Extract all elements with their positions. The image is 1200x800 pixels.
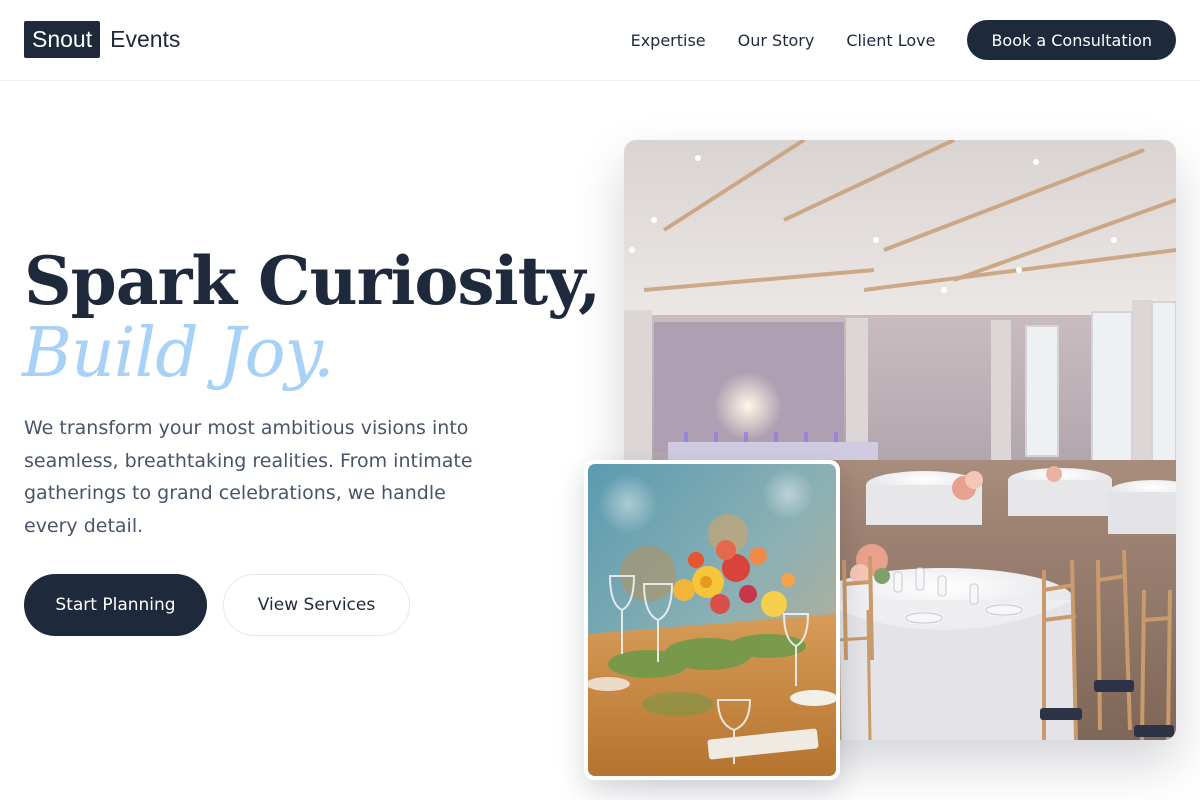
view-services-button[interactable]: View Services (223, 574, 410, 636)
brand-logo[interactable]: Snout Events (24, 21, 180, 58)
brand-wordmark: Events (110, 26, 181, 52)
centerpiece-photo (588, 464, 836, 776)
nav-link-expertise[interactable]: Expertise (631, 31, 706, 50)
brand-mark: Snout (24, 21, 101, 58)
hero-headline: Spark Curiosity, (24, 242, 601, 320)
start-planning-button[interactable]: Start Planning (24, 574, 207, 636)
centerpiece-photo-illustration (588, 464, 836, 776)
hero-headline-accent: Build Joy. (22, 314, 335, 393)
hero-description: We transform your most ambitious visions… (24, 417, 473, 537)
centerpiece-photo-card (584, 460, 840, 780)
nav-link-client-love[interactable]: Client Love (846, 31, 935, 50)
nav-link-our-story[interactable]: Our Story (738, 31, 815, 50)
book-consultation-button[interactable]: Book a Consultation (967, 20, 1176, 60)
site-header: Snout Events Expertise Our Story Client … (0, 0, 1200, 81)
main-nav: Expertise Our Story Client Love Book a C… (631, 20, 1176, 60)
